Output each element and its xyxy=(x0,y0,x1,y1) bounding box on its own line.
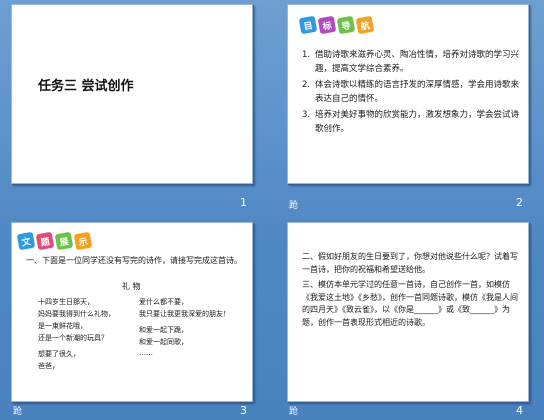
slide-thumbnail-3[interactable]: 文 题 展 示 一、下面是一位同学还没有写完的诗作，请接写完成这首诗。 礼 物 … xyxy=(11,222,253,402)
exercise-paragraph: 三、模仿本单元学过的任意一首诗，自己创作一首，如模仿《我爱这土地》《乡愁》，创作… xyxy=(302,280,518,327)
slide-number-4: 4 xyxy=(516,404,523,417)
slide-number-2: 2 xyxy=(516,196,523,209)
poem-line: 和爱一起下跪， xyxy=(139,326,188,334)
slide-thumbnail-4[interactable]: 二、假如好朋友的生日要到了，你想对他说些什么呢？试着写一首诗，把你的祝福和希望送… xyxy=(287,222,529,402)
poem-line: 爱什么都不要， xyxy=(139,298,188,306)
badge-char: 导 xyxy=(336,15,356,35)
poem-line: 爸爸， xyxy=(38,362,59,370)
notes-indicator: 跄 xyxy=(289,201,299,211)
slide-thumbnail-2[interactable]: 目 标 导 航 1. 借助诗歌来滋养心灵、陶冶性情，培养对诗歌的学习兴趣，提高文学… xyxy=(287,4,529,184)
section-badges: 文 题 展 示 xyxy=(16,231,93,251)
poem-line: 我只要让我更我深爱的朋友！ xyxy=(139,310,230,318)
poem-line: 十四岁生日那天， xyxy=(38,298,94,306)
badge-char: 题 xyxy=(35,231,55,251)
poem-line: 想要了很久， xyxy=(38,350,80,358)
poem-line: 和爱一起同歌， xyxy=(139,338,188,346)
slide-title: 任务三 尝试创作 xyxy=(38,79,134,94)
badge-char: 标 xyxy=(317,15,337,35)
slide-number-3: 3 xyxy=(240,404,247,417)
badge-char: 文 xyxy=(16,231,36,251)
list-item: 1. 借助诗歌来滋养心灵、陶冶性情，培养对诗歌的学习兴趣，提高文学综合素养。 xyxy=(302,50,520,74)
poem-title: 礼 物 xyxy=(122,282,141,291)
notes-indicator: 跄 xyxy=(13,407,23,417)
notes-indicator: 跄 xyxy=(289,407,299,417)
slide-thumbnail-1[interactable]: 任务三 尝试创作 xyxy=(11,4,253,184)
badge-char: 展 xyxy=(54,231,74,251)
slide-number-1: 1 xyxy=(240,196,247,209)
list-item: 2. 体会诗歌以精练的语言抒发的深厚情感，学会用诗歌来表达自己的情怀。 xyxy=(302,80,520,104)
badge-char: 航 xyxy=(355,15,375,35)
exercise-paragraph: 二、假如好朋友的生日要到了，你想对他说些什么呢？试着写一首诗，把你的祝福和希望送… xyxy=(302,252,518,274)
section-badges: 目 标 导 航 xyxy=(298,15,375,35)
badge-char: 示 xyxy=(73,231,93,251)
objectives-list: 1. 借助诗歌来滋养心灵、陶冶性情，培养对诗歌的学习兴趣，提高文学综合素养。 2.… xyxy=(302,49,522,139)
poem-line: 妈妈要我得到什么礼物， xyxy=(38,310,115,318)
list-item: 3. 培养对美好事物的欣赏能力，激发想象力，学会尝试诗歌创作。 xyxy=(302,110,520,134)
poem-line: 还是一个新潮的玩具？ xyxy=(38,334,108,342)
exercise-intro: 一、下面是一位同学还没有写完的诗作，请接写完成这首诗。 xyxy=(26,256,242,265)
poem-line: 是一束鲜花哦， xyxy=(38,322,87,330)
badge-char: 目 xyxy=(298,15,318,35)
poem-line: …… xyxy=(139,349,153,357)
